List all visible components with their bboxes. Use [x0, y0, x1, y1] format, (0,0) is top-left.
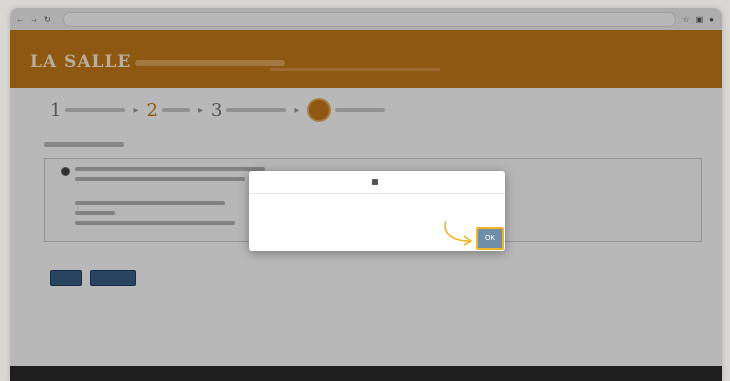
- browser-window: ← → ↻ ☆ ▣ ● LA SALLE 1 ▸ 2 ▸ 3 ▸ OK: [10, 8, 722, 381]
- ok-button[interactable]: OK: [476, 227, 504, 250]
- confirm-dialog: OK: [249, 171, 505, 251]
- dialog-header: [249, 171, 505, 194]
- dialog-icon: [371, 179, 378, 185]
- pointer-arrow-icon: [444, 220, 473, 246]
